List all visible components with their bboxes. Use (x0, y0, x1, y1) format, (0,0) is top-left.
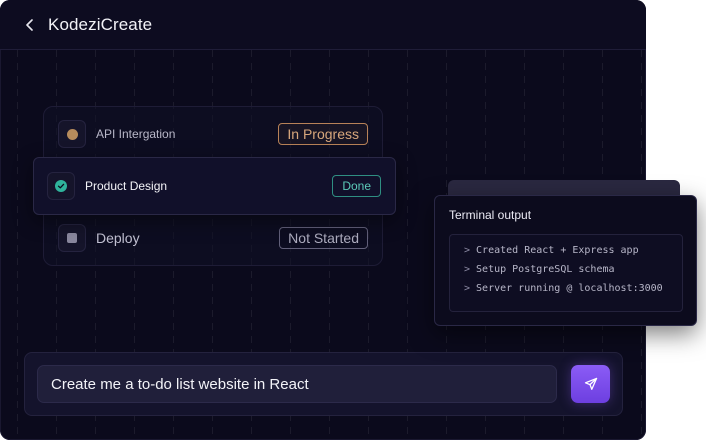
header-bar: KodeziCreate (0, 0, 646, 50)
send-button[interactable] (571, 365, 610, 403)
prompt-prefix: > (464, 283, 471, 294)
status-badge-done: Done (332, 175, 381, 197)
task-item-deploy[interactable]: Deploy Not Started (58, 224, 368, 252)
task-status-icon (58, 120, 86, 148)
terminal-output-panel: Terminal output > Created React + Express… (434, 195, 697, 326)
task-item-api-integration[interactable]: API Intergation In Progress (58, 120, 368, 148)
back-button[interactable] (20, 15, 40, 35)
terminal-line: > Created React + Express app (464, 245, 639, 256)
send-icon (584, 377, 597, 390)
task-status-icon (47, 172, 75, 200)
prompt-input[interactable]: Create me a to-do list website in React (37, 365, 557, 403)
app-title: KodeziCreate (48, 14, 153, 34)
prompt-composer: Create me a to-do list website in React (24, 352, 623, 416)
dot-icon (66, 128, 78, 140)
chevron-left-icon (26, 18, 33, 31)
terminal-line: > Server running @ localhost:3000 (464, 283, 663, 294)
task-item-product-design[interactable]: Product Design Done (47, 172, 381, 200)
terminal-line-text: Server running @ localhost:3000 (476, 283, 663, 294)
square-icon (67, 233, 77, 243)
terminal-log: > Created React + Express app > Setup Post… (449, 234, 683, 312)
status-badge-not-started: Not Started (279, 227, 368, 249)
prompt-prefix: > (464, 264, 471, 275)
terminal-line-text: Setup PostgreSQL schema (476, 264, 615, 275)
terminal-title: Terminal output (449, 208, 532, 222)
task-label: Deploy (96, 230, 140, 246)
task-label: Product Design (85, 179, 168, 193)
task-status-icon (58, 224, 86, 252)
check-circle-icon (55, 180, 67, 192)
terminal-line: > Setup PostgreSQL schema (464, 264, 615, 275)
prompt-prefix: > (464, 245, 471, 256)
terminal-line-text: Created React + Express app (476, 245, 639, 256)
status-badge-in-progress: In Progress (278, 123, 368, 145)
task-label: API Intergation (96, 127, 176, 141)
